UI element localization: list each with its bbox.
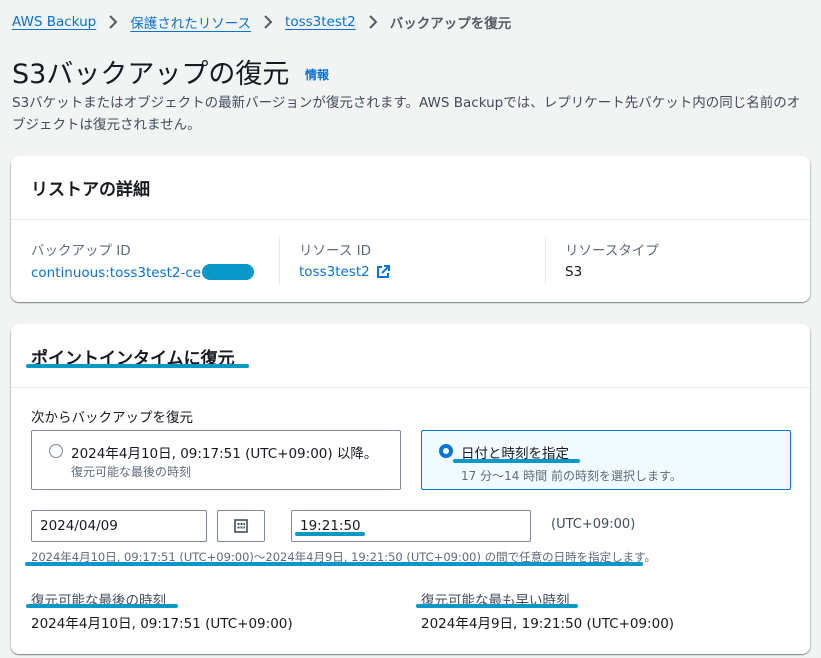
- restore-details-card: リストアの詳細 バックアップ ID continuous:toss3test2-…: [11, 156, 810, 302]
- radio-specify[interactable]: [439, 444, 453, 458]
- chevron-right-icon: [362, 13, 384, 31]
- option-latest-label: 2024年4月10日, 09:17:51 (UTC+09:00) 以降。: [71, 446, 378, 462]
- divider: [11, 219, 810, 220]
- info-link[interactable]: 情報: [305, 66, 329, 83]
- earliest-highlight: [416, 604, 578, 608]
- breadcrumb: AWS Backup 保護されたリソース toss3test2 バックアップを復…: [12, 11, 511, 33]
- option-latest-sub: 復元可能な最後の時刻: [71, 465, 192, 479]
- timezone-label: (UTC+09:00): [551, 517, 636, 532]
- chevron-right-icon: [257, 13, 279, 31]
- backup-id-link[interactable]: continuous:toss3test2-ce: [31, 264, 255, 281]
- resource-id-link[interactable]: toss3test2: [299, 264, 390, 280]
- chevron-right-icon: [102, 13, 124, 31]
- page-description: S3バケットまたはオブジェクトの最新バージョンが復元されます。AWS Backu…: [12, 95, 801, 133]
- option-specify-tile[interactable]: 日付と時刻を指定 17 分〜14 時間 前の時刻を選択します。: [421, 430, 791, 490]
- date-input[interactable]: 2024/04/09: [31, 510, 207, 542]
- option-specify-sub: 17 分〜14 時間 前の時刻を選択します。: [461, 469, 682, 483]
- resource-id-label: リソース ID: [299, 243, 371, 259]
- range-highlight: [25, 562, 643, 566]
- latest-value: 2024年4月10日, 09:17:51 (UTC+09:00): [31, 616, 293, 632]
- breadcrumb-current: バックアップを復元: [389, 16, 512, 32]
- radio-latest[interactable]: [49, 444, 63, 458]
- restore-from-label: 次からバックアップを復元: [31, 410, 193, 426]
- heading-highlight: [26, 364, 249, 368]
- breadcrumb-resource[interactable]: toss3test2: [285, 14, 356, 30]
- divider: [11, 387, 810, 388]
- restore-details-heading: リストアの詳細: [31, 180, 150, 200]
- resource-id-value: toss3test2: [299, 264, 370, 280]
- calendar-button[interactable]: [217, 510, 265, 542]
- resource-type-value: S3: [565, 264, 583, 280]
- option-highlight: [453, 459, 580, 463]
- page-title: S3バックアップの復元: [12, 59, 290, 90]
- resource-type-label: リソースタイプ: [565, 243, 659, 259]
- option-latest-tile[interactable]: 2024年4月10日, 09:17:51 (UTC+09:00) 以降。 復元可…: [31, 430, 401, 490]
- backup-id-label: バックアップ ID: [31, 243, 131, 259]
- time-highlight: [295, 532, 365, 536]
- breadcrumb-protected-resources[interactable]: 保護されたリソース: [130, 12, 251, 32]
- column-divider: [279, 237, 280, 285]
- column-divider: [545, 237, 546, 285]
- point-in-time-card: ポイントインタイムに復元 次からバックアップを復元 2024年4月10日, 09…: [11, 324, 810, 654]
- calendar-icon: [234, 519, 248, 533]
- time-input[interactable]: 19:21:50: [291, 510, 531, 542]
- external-link-icon: [376, 265, 390, 279]
- earliest-value: 2024年4月9日, 19:21:50 (UTC+09:00): [421, 616, 675, 632]
- breadcrumb-aws-backup[interactable]: AWS Backup: [12, 14, 96, 30]
- latest-highlight: [26, 604, 178, 608]
- redaction-mark: [202, 264, 255, 280]
- backup-id-value: continuous:toss3test2-ce: [31, 265, 202, 281]
